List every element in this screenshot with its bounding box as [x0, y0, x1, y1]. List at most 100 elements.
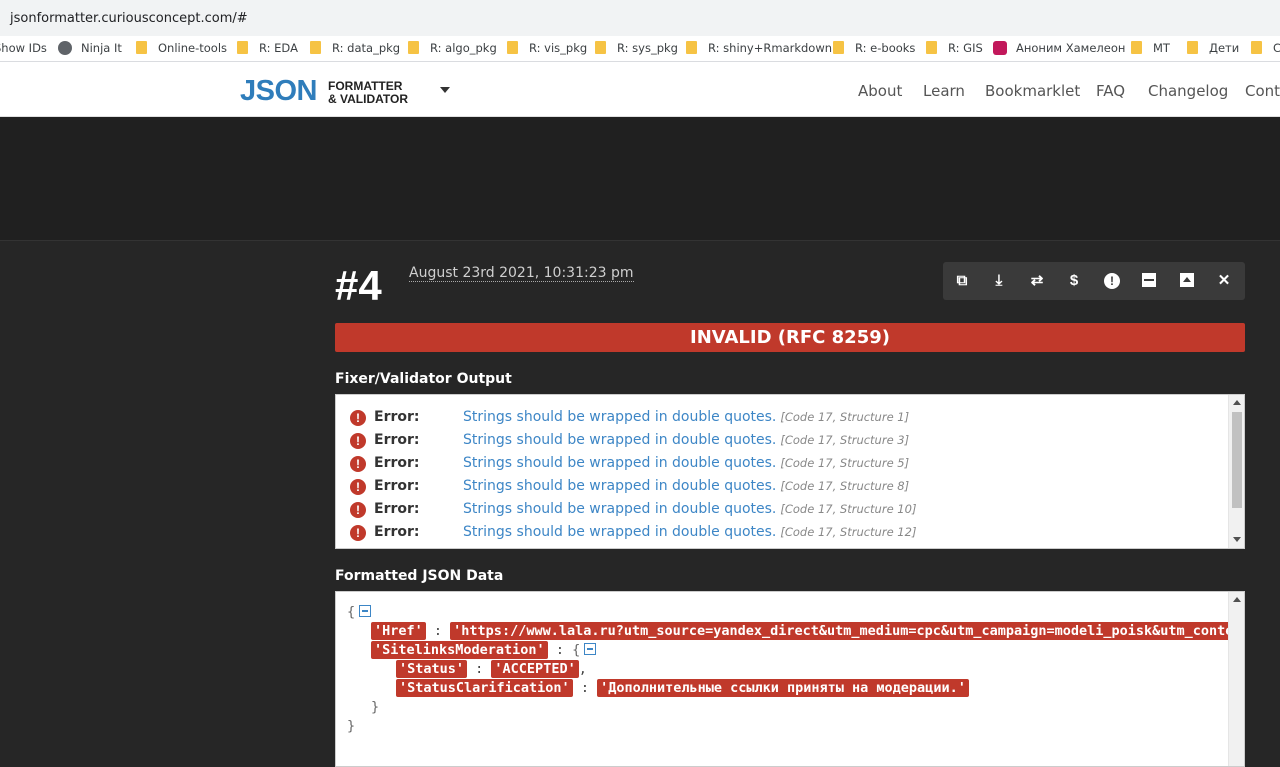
nav-contact[interactable]: Cont — [1245, 82, 1280, 100]
error-message[interactable]: Strings should be wrapped in double quot… — [463, 501, 916, 517]
nav-bookmarklet[interactable]: Bookmarklet — [985, 82, 1080, 100]
error-label: Error: — [374, 409, 420, 425]
chameleon-icon — [993, 41, 1007, 55]
folder-icon — [926, 41, 937, 54]
folder-icon — [833, 41, 844, 54]
bookmark-r-eda[interactable]: R: EDA — [237, 41, 298, 55]
scrollbar[interactable] — [1228, 395, 1244, 548]
globe-icon — [58, 41, 72, 55]
site-header: JSON FORMATTER & VALIDATOR About Learn B… — [0, 62, 1280, 117]
folder-icon — [1131, 41, 1142, 54]
error-code: [Code 17, Structure 3] — [780, 433, 910, 447]
copy-icon[interactable]: ⧉ — [952, 271, 972, 291]
refresh-icon[interactable]: ⇄ — [1027, 271, 1047, 291]
folder-icon — [310, 41, 321, 54]
collapse-up-icon[interactable] — [1177, 271, 1197, 291]
scroll-thumb[interactable] — [1232, 412, 1242, 508]
error-message[interactable]: Strings should be wrapped in double quot… — [463, 432, 909, 448]
nav-changelog[interactable]: Changelog — [1148, 82, 1228, 100]
bookmarks-bar: Show IDs Ninja It Online-tools R: EDA R:… — [0, 36, 1280, 62]
download-icon[interactable]: ⤓ — [989, 271, 1009, 291]
bookmark-mt[interactable]: MT — [1131, 41, 1170, 55]
bookmark-deti[interactable]: Дети — [1187, 41, 1239, 55]
bookmark-r-gis[interactable]: R: GIS — [926, 41, 983, 55]
json-value: 'https://www.lala.ru?utm_source=yandex_d… — [450, 622, 1237, 640]
error-label: Error: — [374, 524, 420, 540]
browser-url-bar[interactable]: jsonformatter.curiousconcept.com/# — [0, 0, 1280, 36]
error-label: Error: — [374, 455, 420, 471]
json-line: 'SitelinksModeration' : { — [371, 641, 597, 659]
scroll-up-icon[interactable] — [1233, 400, 1241, 405]
error-code: [Code 17, Structure 8] — [780, 479, 910, 493]
error-message[interactable]: Strings should be wrapped in double quot… — [463, 524, 916, 540]
json-key: 'Href' — [371, 622, 426, 640]
bookmark-r-vis-pkg[interactable]: R: vis_pkg — [507, 41, 587, 55]
json-value: 'Дополнительные ссылки приняты на модера… — [597, 679, 969, 697]
result-toolbar: ⧉ ⤓ ⇄ $ ! ✕ — [943, 262, 1245, 300]
bookmark-r-shiny[interactable]: R: shiny+Rmarkdown — [686, 41, 832, 55]
json-brace: } — [347, 718, 356, 734]
scroll-up-icon[interactable] — [1233, 597, 1241, 602]
bookmark-r-e-books[interactable]: R: e-books — [833, 41, 915, 55]
error-message[interactable]: Strings should be wrapped in double quot… — [463, 455, 909, 471]
collapse-icon[interactable] — [584, 643, 597, 655]
json-brace: { — [347, 604, 356, 620]
formatted-title: Formatted JSON Data — [335, 568, 504, 584]
json-value: 'ACCEPTED' — [491, 660, 579, 678]
url-text[interactable]: jsonformatter.curiousconcept.com/# — [10, 11, 248, 26]
folder-icon — [1187, 41, 1198, 54]
error-icon: ! — [350, 525, 366, 541]
bookmark-online-tools[interactable]: Online-tools — [136, 41, 227, 55]
json-line: { — [347, 604, 372, 620]
formatted-json[interactable]: { 'Href' : 'https://www.lala.ru?utm_sour… — [335, 591, 1245, 767]
scroll-down-icon[interactable] — [1233, 537, 1241, 542]
logo-line-1: FORMATTER — [328, 79, 403, 93]
scrollbar[interactable] — [1228, 592, 1244, 766]
collapse-icon[interactable] — [359, 605, 372, 617]
bookmark-show-ids[interactable]: Show IDs — [0, 41, 47, 55]
folder-icon — [408, 41, 419, 54]
error-icon: ! — [350, 410, 366, 426]
error-message[interactable]: Strings should be wrapped in double quot… — [463, 409, 909, 425]
json-line: } — [371, 699, 379, 715]
json-line: 'Status' : 'ACCEPTED', — [396, 660, 587, 678]
info-icon[interactable]: ! — [1102, 271, 1122, 291]
dollar-icon[interactable]: $ — [1064, 271, 1084, 291]
folder-icon — [507, 41, 518, 54]
ad-band — [0, 117, 1280, 241]
json-key: 'Status' — [396, 660, 468, 678]
error-code: [Code 17, Structure 1] — [780, 410, 910, 424]
json-line: 'Href' : 'https://www.lala.ru?utm_source… — [371, 622, 1237, 640]
json-line: 'StatusClarification' : 'Дополнительные … — [396, 679, 969, 697]
folder-icon — [237, 41, 248, 54]
error-code: [Code 17, Structure 5] — [780, 456, 910, 470]
close-icon[interactable]: ✕ — [1214, 271, 1234, 291]
bookmark-ninja-it[interactable]: Ninja It — [58, 41, 122, 55]
error-code: [Code 17, Structure 10] — [780, 502, 917, 516]
bookmark-r-algo-pkg[interactable]: R: algo_pkg — [408, 41, 497, 55]
error-label: Error: — [374, 432, 420, 448]
folder-icon — [686, 41, 697, 54]
bookmark-c[interactable]: C — [1251, 41, 1280, 55]
json-key: 'SitelinksModeration' — [371, 641, 548, 659]
chevron-down-icon[interactable] — [440, 87, 450, 93]
error-icon: ! — [350, 479, 366, 495]
logo-json: JSON — [240, 75, 317, 107]
nav-learn[interactable]: Learn — [923, 82, 965, 100]
bookmark-r-data-pkg[interactable]: R: data_pkg — [310, 41, 400, 55]
json-brace: { — [572, 642, 581, 658]
bookmark-r-sys-pkg[interactable]: R: sys_pkg — [595, 41, 678, 55]
error-icon: ! — [350, 456, 366, 472]
folder-icon — [595, 41, 606, 54]
json-line: } — [347, 718, 355, 734]
validator-output[interactable]: ! Error: Strings should be wrapped in do… — [335, 394, 1245, 549]
error-icon: ! — [350, 433, 366, 449]
nav-about[interactable]: About — [858, 82, 902, 100]
bookmark-anon-chameleon[interactable]: Аноним Хамелеон — [993, 41, 1125, 55]
error-message[interactable]: Strings should be wrapped in double quot… — [463, 478, 909, 494]
folder-icon — [1251, 41, 1262, 54]
nav-faq[interactable]: FAQ — [1096, 82, 1125, 100]
result-date[interactable]: August 23rd 2021, 10:31:23 pm — [409, 265, 634, 282]
minimize-icon[interactable] — [1139, 271, 1159, 291]
error-icon: ! — [350, 502, 366, 518]
